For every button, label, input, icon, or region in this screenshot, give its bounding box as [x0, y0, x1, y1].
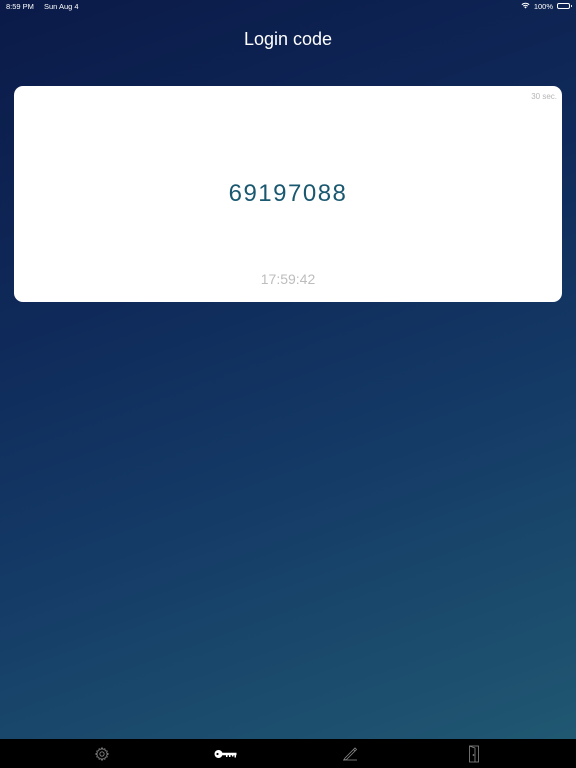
- status-date: Sun Aug 4: [43, 1, 79, 11]
- login-code-card: 30 sec. 69197088 17:59:42: [14, 86, 562, 302]
- tab-settings[interactable]: [82, 739, 122, 768]
- tab-sign[interactable]: [330, 739, 370, 768]
- wifi-icon: [521, 2, 530, 11]
- code-time: 17:59:42: [260, 271, 316, 287]
- sign-icon: [341, 746, 359, 762]
- countdown-timer: 30 sec.: [531, 92, 557, 101]
- exit-door-icon: [468, 745, 480, 763]
- tab-login-code[interactable]: [206, 739, 246, 768]
- page-title: Login code: [243, 29, 333, 49]
- login-code: 69197088: [228, 180, 348, 207]
- status-left: 8:59 PM Sun Aug 4: [6, 2, 79, 11]
- tab-logout[interactable]: [454, 739, 494, 768]
- status-time: 8:59 PM: [6, 1, 34, 11]
- status-right: 100%: [521, 1, 572, 11]
- key-icon: [214, 748, 238, 760]
- battery-icon: [557, 3, 572, 9]
- battery-percent: 100%: [533, 1, 553, 11]
- gear-icon: [94, 746, 110, 762]
- status-bar: 8:59 PM Sun Aug 4 100%: [0, 0, 576, 12]
- tab-bar: [0, 739, 576, 768]
